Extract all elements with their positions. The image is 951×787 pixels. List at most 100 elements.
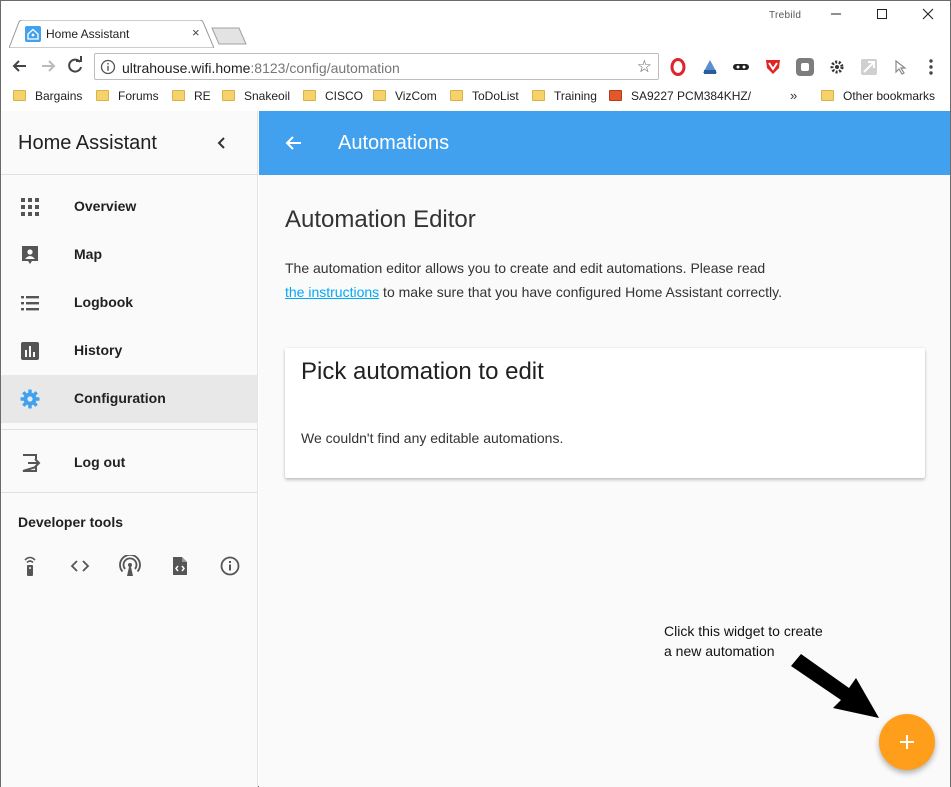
close-window-button[interactable] [905,5,951,27]
bookmark-item[interactable]: Forums [96,89,159,105]
bookmark-label: Forums [118,89,159,103]
bookmark-item[interactable]: RE [172,89,211,105]
bookmark-item[interactable]: Bargains [13,89,82,105]
folder-icon [821,90,834,101]
title-bar: Home Assistant × Trebild [1,1,950,48]
browser-toolbar: ultrahouse.wifi.home:8123/config/automat… [1,48,950,85]
file-code-icon[interactable] [169,555,191,577]
page-title: Automations [338,132,450,154]
bookmark-star-icon[interactable]: ☆ [637,57,652,77]
editor-heading: Automation Editor [285,206,476,233]
bookmark-label: CISCO [325,89,364,103]
sidebar-item-logout[interactable]: Log out [1,439,257,487]
profile-name[interactable]: Trebild [769,10,801,21]
info-icon[interactable] [100,59,116,75]
browser-menu-icon[interactable] [928,58,934,76]
folder-icon [222,90,235,101]
incognito-mask-icon[interactable] [732,58,750,76]
folder-icon [13,90,26,101]
maximize-icon [877,9,887,19]
sidebar-header: Home Assistant [1,111,257,175]
browser-window: Home Assistant × Trebild ultrahouse.wifi… [0,0,951,787]
reload-icon[interactable] [65,56,85,76]
tab-close-icon[interactable]: × [192,25,200,40]
cursor-icon[interactable] [892,58,910,76]
address-bar[interactable]: ultrahouse.wifi.home:8123/config/automat… [94,53,659,80]
bookmarks-overflow-icon[interactable]: » [790,88,797,103]
gear-extension-icon[interactable] [828,58,846,76]
sidebar-item-history[interactable]: History [1,327,257,375]
folder-icon [172,90,185,101]
folder-icon [96,90,109,101]
sidebar-title: Home Assistant [18,132,157,154]
home-assistant-app: Home Assistant Overview Map Logbook Hist… [1,111,950,787]
gear-icon [20,389,40,409]
code-icon[interactable] [69,555,91,577]
tab-title: Home Assistant [46,27,130,41]
url-text: ultrahouse.wifi.home:8123/config/automat… [122,60,400,76]
back-arrow-icon[interactable] [284,133,304,153]
minimize-icon [831,13,841,15]
bookmark-label: Bargains [35,89,83,103]
add-automation-button[interactable] [879,714,935,770]
editor-description-text: The automation editor allows you to crea… [285,260,766,276]
url-host: ultrahouse.wifi.home [122,60,251,76]
instructions-link[interactable]: the instructions [285,284,379,300]
bookmark-label: VizCom [395,89,437,103]
sidebar-item-configuration[interactable]: Configuration [1,375,257,423]
sidebar-item-map[interactable]: Map [1,231,257,279]
sidebar-item-overview[interactable]: Overview [1,183,257,231]
sidebar-item-label: Configuration [74,390,166,406]
folder-icon [373,90,386,101]
sky-icon[interactable] [701,58,719,76]
bookmarks-bar: Bargains Forums RE Snakeoil CISCO VizCom… [1,85,950,109]
sidebar-item-logbook[interactable]: Logbook [1,279,257,327]
bookmark-item[interactable]: ToDoList [450,89,519,105]
developer-tools-title: Developer tools [18,514,124,530]
bookmark-item[interactable]: VizCom [373,89,437,105]
remote-icon[interactable] [19,555,41,577]
sidebar-item-label: Log out [74,454,126,470]
sidebar-item-label: Map [74,246,102,262]
chart-icon [21,342,39,360]
folder-icon [450,90,463,101]
maximize-button[interactable] [859,5,905,27]
bookmark-label: Training [554,89,597,103]
info-icon[interactable] [219,555,241,577]
card-title: Pick automation to edit [301,358,544,385]
bookmark-item[interactable]: Snakeoil [222,89,290,105]
sidebar-item-label: History [74,342,123,358]
close-icon [922,8,934,20]
list-icon [21,296,39,311]
bookmark-item[interactable]: SA9227 PCM384KHZ/ [609,89,751,105]
user-icon[interactable] [860,58,878,76]
editor-description: The automation editor allows you to crea… [285,256,785,304]
main-content: Automations Automation Editor The automa… [259,111,950,787]
minimize-button[interactable] [813,5,859,27]
other-bookmarks[interactable]: Other bookmarks [821,89,935,105]
automation-picker-card: Pick automation to edit We couldn't find… [285,348,925,478]
url-path: :8123/config/automation [250,60,400,76]
app-toolbar: Automations [259,111,950,175]
bookmark-label: RE [194,89,211,103]
bookmark-label: SA9227 PCM384KHZ/ [631,89,752,103]
other-bookmarks-label: Other bookmarks [843,89,936,103]
shield-icon[interactable] [764,58,782,76]
chevron-left-icon[interactable] [214,133,228,153]
bookmark-item[interactable]: Training [532,89,597,105]
bookmark-item[interactable]: CISCO [303,89,363,105]
new-tab-button[interactable] [211,27,247,45]
sidebar-item-label: Logbook [74,294,134,310]
back-arrow-icon[interactable] [10,56,30,76]
forward-arrow-icon[interactable] [38,56,58,76]
logout-icon [22,454,41,472]
sidebar-divider [1,492,257,493]
annotation-arrow-icon [791,654,879,718]
plus-icon [900,735,914,749]
puzzle-icon[interactable] [796,58,814,76]
opera-icon[interactable] [669,58,687,76]
sidebar: Home Assistant Overview Map Logbook Hist… [1,111,258,787]
broadcast-icon[interactable] [119,555,141,577]
browser-tab[interactable]: Home Assistant × [9,20,214,48]
folder-icon [303,90,316,101]
